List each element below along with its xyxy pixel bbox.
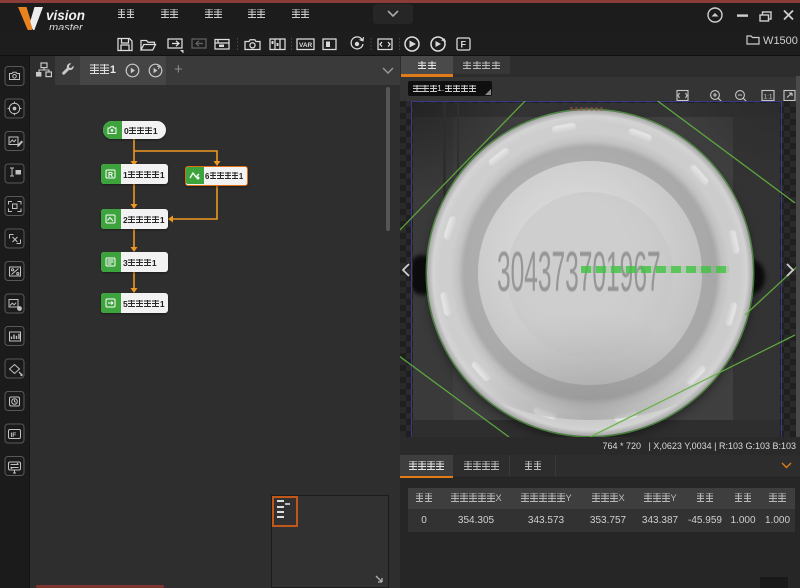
svg-text:vision: vision [46, 8, 85, 23]
svg-text:1:1: 1:1 [764, 94, 773, 101]
svg-text:VAR: VAR [299, 42, 313, 49]
svg-text:IF: IF [11, 432, 17, 439]
svg-text:F: F [461, 40, 467, 50]
svg-text:R: R [108, 172, 113, 179]
